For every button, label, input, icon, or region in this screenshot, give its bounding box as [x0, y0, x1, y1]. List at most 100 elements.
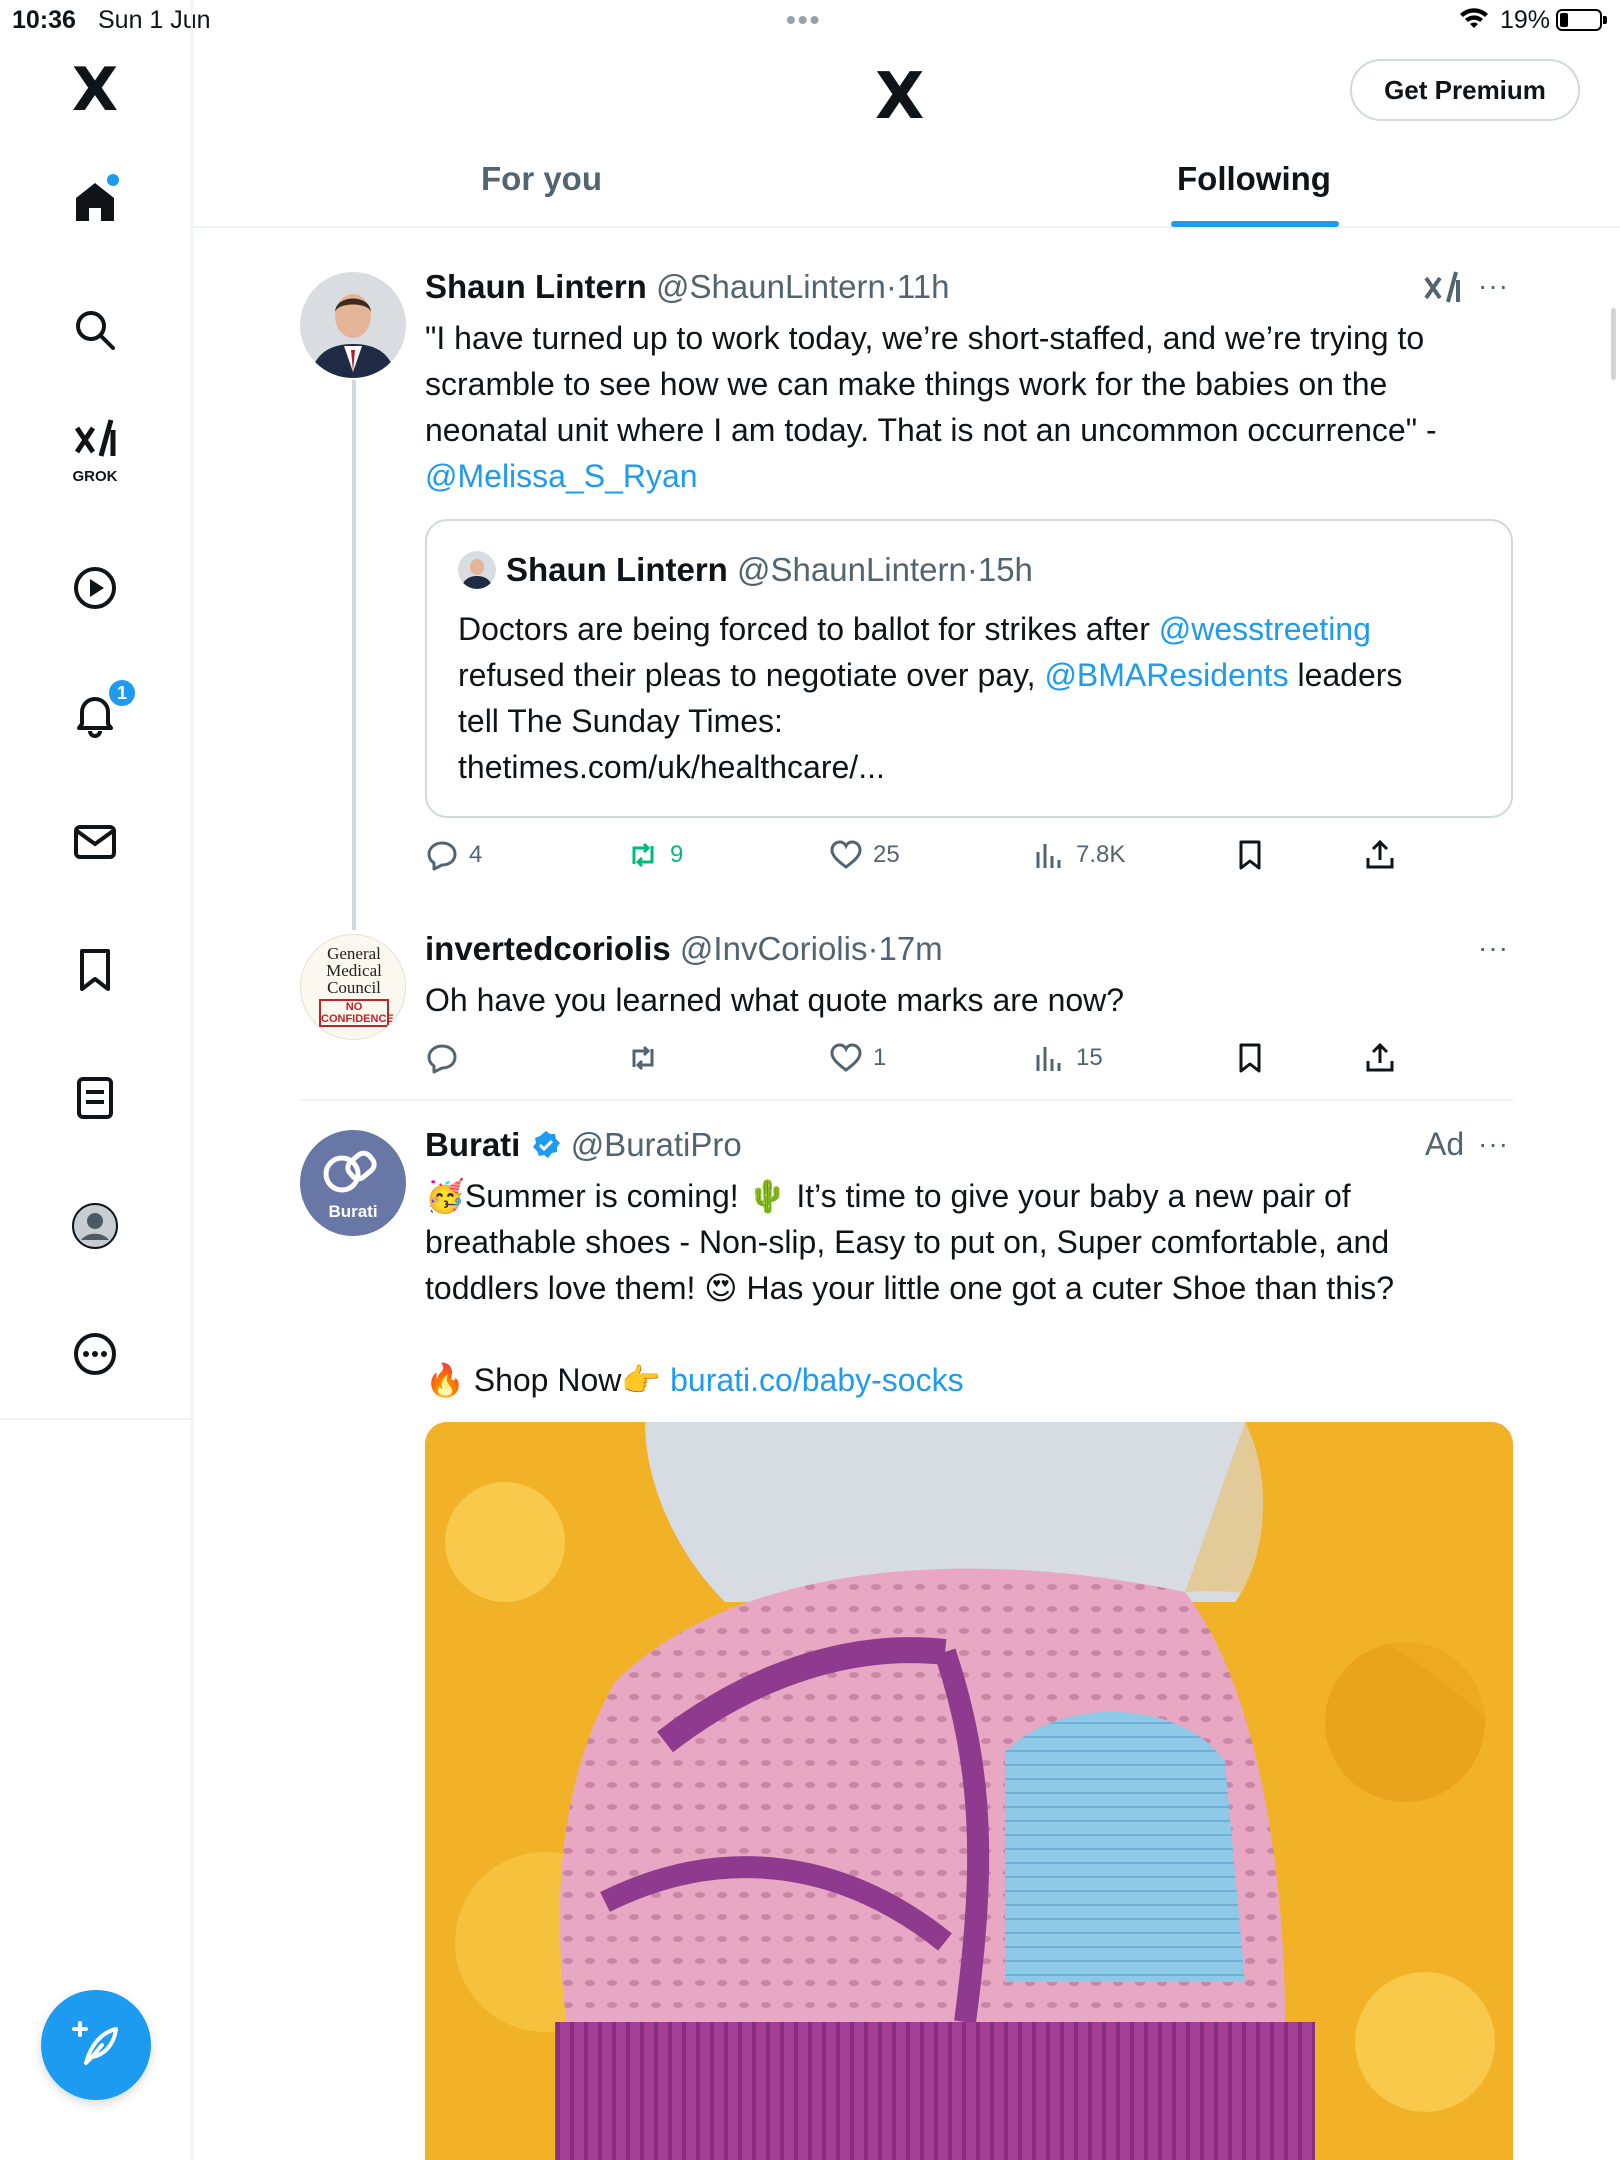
avatar-shaun-lintern[interactable] — [300, 272, 406, 378]
repost-button[interactable] — [626, 1041, 670, 1075]
tweet-1-text-line: neonatal unit where I am today. That is … — [425, 412, 1437, 448]
x-logo-icon[interactable]: X — [49, 44, 141, 136]
repost-icon — [632, 842, 654, 868]
shop-link[interactable]: burati.co/baby-socks — [670, 1362, 963, 1398]
multitask-dots[interactable]: ••• — [786, 4, 821, 36]
notifications-icon[interactable]: 1 — [49, 668, 141, 760]
tab-for-you[interactable]: For you — [481, 160, 602, 198]
author-name[interactable]: invertedcoriolis — [425, 930, 671, 967]
tweet-3-header: Burati @BuratiPro — [425, 1126, 742, 1169]
reply-count: 4 — [469, 841, 483, 868]
share-button[interactable] — [1363, 1041, 1397, 1075]
like-count: 1 — [873, 1044, 887, 1071]
sidebar-divider — [191, 1420, 193, 2160]
tweet-time[interactable]: 17m — [878, 930, 942, 967]
author-handle[interactable]: @ShaunLintern — [656, 268, 886, 305]
battery-percent: 19% — [1500, 6, 1551, 34]
like-icon — [830, 1043, 862, 1072]
avatar-text: General — [327, 944, 381, 963]
mention-link[interactable]: @wesstreeting — [1159, 611, 1371, 647]
bookmark-button[interactable] — [1233, 838, 1267, 872]
share-button[interactable] — [1363, 838, 1397, 872]
home-unread-dot — [107, 174, 119, 186]
bookmark-icon — [1239, 1043, 1261, 1073]
views-button[interactable]: 7.8K — [1032, 838, 1125, 872]
lists-icon[interactable] — [49, 1052, 141, 1144]
messages-icon[interactable] — [49, 796, 141, 888]
quoted-author-handle: @ShaunLintern — [737, 551, 967, 588]
shop-now-text: 🔥 Shop Now👉 — [425, 1362, 671, 1398]
avatar-stamp-text: NO — [345, 1001, 363, 1013]
avatar-burati[interactable]: Burati — [300, 1130, 406, 1236]
repost-button[interactable]: 9 — [626, 838, 683, 872]
quoted-text: leaders — [1288, 657, 1403, 693]
video-icon[interactable] — [49, 542, 141, 634]
share-icon — [1366, 839, 1394, 869]
quoted-tweet-card[interactable]: Shaun Lintern @ShaunLintern·15h Doctors … — [425, 519, 1513, 818]
compose-button[interactable] — [41, 1990, 151, 2100]
sidebar: X GROK 1 — [0, 0, 193, 1420]
tweet-3-text-line: breathable shoes - Non-slip, Easy to put… — [425, 1224, 1390, 1260]
notifications-badge: 1 — [107, 678, 137, 708]
home-icon[interactable] — [49, 156, 141, 248]
dot-separator: · — [966, 551, 978, 588]
reply-icon — [427, 841, 457, 871]
more-icon[interactable] — [49, 1308, 141, 1400]
tweet-3-text: 🥳Summer is coming! 🌵 It’s time to give y… — [425, 1173, 1525, 1403]
tweet-1-header: Shaun Lintern @ShaunLintern·11h — [425, 268, 949, 306]
reply-button[interactable] — [425, 1041, 469, 1075]
profile-icon[interactable] — [49, 1180, 141, 1272]
get-premium-button[interactable]: Get Premium — [1350, 59, 1580, 121]
wifi-icon — [1459, 6, 1489, 37]
quoted-text: tell The Sunday Times: — [458, 703, 783, 739]
tweet-time[interactable]: 11h — [897, 268, 950, 305]
tweet-1-text-line: scramble to see how we can make things w… — [425, 366, 1388, 402]
bookmarks-icon[interactable] — [49, 924, 141, 1016]
grok-explain-icon[interactable] — [1422, 268, 1462, 313]
tweet-3-text-line: toddlers love them! 😍 Has your little on… — [425, 1270, 1394, 1306]
tweet-2-more-icon[interactable]: ··· — [1478, 932, 1509, 964]
tweet-1-text: "I have turned up to work today, we’re s… — [425, 315, 1525, 499]
reply-button[interactable]: 4 — [425, 838, 482, 872]
views-icon — [1036, 1047, 1061, 1071]
mention-link[interactable]: @Melissa_S_Ryan — [425, 453, 1525, 499]
thread-connector-line — [352, 380, 356, 930]
x-logo: X — [875, 60, 925, 134]
repost-icon — [632, 1045, 654, 1071]
dot-separator: · — [885, 268, 897, 305]
bookmark-button[interactable] — [1233, 1041, 1267, 1075]
mention-link[interactable]: @BMAResidents — [1044, 657, 1288, 693]
quoted-author-name: Shaun Lintern — [506, 551, 728, 588]
views-count: 7.8K — [1076, 841, 1126, 868]
avatar-stamp-text: CONFIDENCE — [321, 1013, 394, 1025]
author-handle[interactable]: @BuratiPro — [571, 1126, 742, 1163]
repost-count: 9 — [670, 841, 684, 868]
views-button[interactable]: 15 — [1032, 1041, 1103, 1075]
quoted-text: Doctors are being forced to ballot for s… — [458, 611, 1159, 647]
bookmark-icon — [1239, 840, 1261, 870]
grok-icon[interactable]: GROK — [49, 404, 141, 496]
tab-following[interactable]: Following — [1177, 160, 1331, 198]
like-button[interactable]: 1 — [829, 1041, 886, 1075]
search-icon[interactable] — [49, 284, 141, 376]
author-handle[interactable]: @InvCoriolis — [680, 930, 868, 967]
ad-label: Ad — [1425, 1126, 1465, 1162]
avatar-invertedcoriolis[interactable]: General Medical Council NO CONFIDENCE — [300, 934, 406, 1040]
tweet-1-text-line: "I have turned up to work today, we’re s… — [425, 320, 1425, 356]
tweet-3-more-icon[interactable]: ··· — [1478, 1128, 1509, 1160]
like-button[interactable]: 25 — [829, 838, 900, 872]
active-tab-indicator — [1171, 221, 1339, 227]
like-count: 25 — [873, 841, 900, 868]
avatar-text: Council — [327, 978, 381, 997]
avatar-text: Medical — [326, 961, 382, 980]
battery-icon — [1556, 9, 1607, 31]
tweet-1-more-icon[interactable]: ··· — [1478, 270, 1509, 302]
tweet-divider — [300, 1099, 1513, 1101]
ad-media-image[interactable] — [425, 1422, 1513, 2160]
share-icon — [1366, 1042, 1394, 1072]
quoted-link-text[interactable]: thetimes.com/uk/healthcare/... — [458, 744, 1498, 790]
author-name[interactable]: Burati — [425, 1126, 520, 1163]
author-name[interactable]: Shaun Lintern — [425, 268, 647, 305]
quoted-tweet-header: Shaun Lintern @ShaunLintern·15h — [506, 551, 1033, 589]
scroll-indicator[interactable] — [1611, 308, 1616, 380]
